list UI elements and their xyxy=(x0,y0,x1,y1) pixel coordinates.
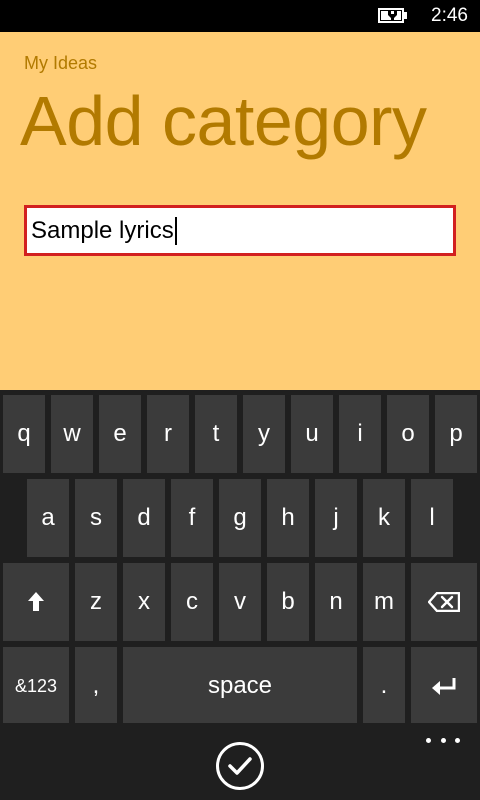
key-u[interactable]: u xyxy=(291,395,333,473)
app-name: My Ideas xyxy=(24,53,98,73)
key-z[interactable]: z xyxy=(75,563,117,641)
symbols-key[interactable]: &123 xyxy=(3,647,69,725)
key-f[interactable]: f xyxy=(171,479,213,557)
key-v[interactable]: v xyxy=(219,563,261,641)
key-w[interactable]: w xyxy=(51,395,93,473)
comma-key[interactable]: , xyxy=(75,647,117,725)
status-bar: 2:46 xyxy=(0,0,480,32)
confirm-button[interactable] xyxy=(216,742,264,790)
key-k[interactable]: k xyxy=(363,479,405,557)
dot xyxy=(426,738,431,743)
enter-icon xyxy=(432,678,456,695)
battery-charging-icon xyxy=(378,8,407,23)
dot xyxy=(440,738,446,743)
key-r[interactable]: r xyxy=(147,395,189,473)
key-t[interactable]: t xyxy=(195,395,237,473)
key-x[interactable]: x xyxy=(123,563,165,641)
key-m[interactable]: m xyxy=(363,563,405,641)
category-name-value: Sample lyrics xyxy=(31,217,177,245)
key-y[interactable]: y xyxy=(243,395,285,473)
enter-key[interactable] xyxy=(411,647,477,725)
shift-key[interactable] xyxy=(3,563,69,641)
key-c[interactable]: c xyxy=(171,563,213,641)
key-s[interactable]: s xyxy=(75,479,117,557)
key-b[interactable]: b xyxy=(267,563,309,641)
key-d[interactable]: d xyxy=(123,479,165,557)
add-category-page: My Ideas Add category Sample lyrics xyxy=(0,32,480,390)
check-circle-icon xyxy=(228,757,252,775)
dot xyxy=(455,738,460,743)
key-a[interactable]: a xyxy=(27,479,69,557)
page-title: Add category xyxy=(20,82,427,160)
key-q[interactable]: q xyxy=(3,395,45,473)
key-o[interactable]: o xyxy=(387,395,429,473)
key-l[interactable]: l xyxy=(411,479,453,557)
period-key[interactable]: . xyxy=(363,647,405,725)
key-n[interactable]: n xyxy=(315,563,357,641)
app-bar xyxy=(0,723,480,800)
key-p[interactable]: p xyxy=(435,395,477,473)
key-h[interactable]: h xyxy=(267,479,309,557)
shift-arrow-icon xyxy=(28,592,44,611)
key-i[interactable]: i xyxy=(339,395,381,473)
space-key[interactable]: space xyxy=(123,647,357,725)
key-j[interactable]: j xyxy=(315,479,357,557)
category-name-input[interactable]: Sample lyrics xyxy=(24,205,456,256)
text-caret xyxy=(174,217,177,245)
backspace-icon xyxy=(428,592,460,612)
ellipsis-icon[interactable] xyxy=(426,738,460,746)
key-e[interactable]: e xyxy=(99,395,141,473)
backspace-key[interactable] xyxy=(411,563,477,641)
clock: 2:46 xyxy=(431,5,468,26)
key-g[interactable]: g xyxy=(219,479,261,557)
